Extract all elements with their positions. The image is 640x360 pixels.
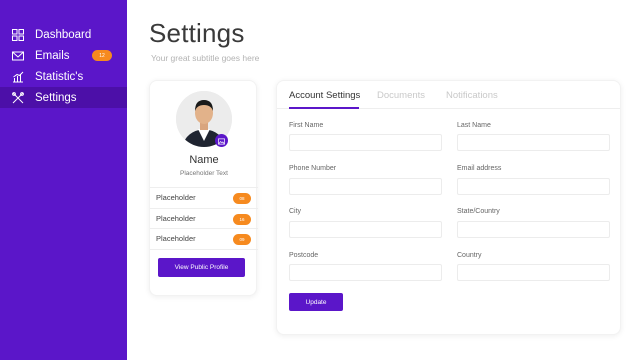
profile-subtitle: Placeholder Text <box>180 170 228 177</box>
last-name-field[interactable] <box>457 134 610 151</box>
city-field[interactable] <box>289 221 442 238</box>
count-badge: 08 <box>233 193 251 204</box>
phone-number-label: Phone Number <box>289 165 337 172</box>
country-label: Country <box>457 252 482 259</box>
sidebar-item-dashboard[interactable]: Dashboard <box>0 24 127 45</box>
image-icon <box>218 132 225 150</box>
count-badge: 16 <box>233 213 251 225</box>
view-public-profile-button[interactable]: View Public Profile <box>158 258 245 277</box>
list-item[interactable]: Placeholder 08 <box>150 188 258 209</box>
profile-stats-list: Placeholder 08 Placeholder 16 Placeholde… <box>150 187 258 250</box>
sidebar-item-label: Dashboard <box>35 28 92 41</box>
list-item[interactable]: Placeholder 09 <box>150 229 258 250</box>
sidebar-item-settings[interactable]: Settings <box>0 87 127 108</box>
page-subtitle: Your great subtitle goes here <box>151 53 260 63</box>
list-item-label: Placeholder <box>156 234 196 244</box>
postcode-field[interactable] <box>289 264 442 281</box>
sidebar-item-label: Emails <box>35 49 70 62</box>
active-tab-indicator <box>289 107 359 109</box>
list-item-label: Placeholder <box>156 213 196 223</box>
first-name-label: First Name <box>289 122 324 129</box>
email-count-badge: 12 <box>92 50 112 61</box>
envelope-icon <box>12 50 24 62</box>
change-photo-button[interactable] <box>215 134 228 147</box>
last-name-label: Last Name <box>457 122 491 129</box>
list-item-label: Placeholder <box>156 193 196 203</box>
first-name-field[interactable] <box>289 134 442 151</box>
sidebar-item-label: Settings <box>35 91 77 104</box>
sidebar-item-statistics[interactable]: Statistic's <box>0 66 127 87</box>
tools-icon <box>12 91 24 104</box>
tab-account-settings[interactable]: Account Settings <box>289 90 360 101</box>
list-item[interactable]: Placeholder 16 <box>150 209 258 229</box>
state-country-field[interactable] <box>457 221 610 238</box>
page-title: Settings <box>149 18 245 48</box>
dashboard-icon <box>12 28 24 41</box>
profile-card: Name Placeholder Text Placeholder 08 Pla… <box>149 80 258 296</box>
country-field[interactable] <box>457 264 610 281</box>
settings-card: Account Settings Documents Notifications… <box>276 80 621 335</box>
profile-name: Name <box>189 154 219 166</box>
phone-number-field[interactable] <box>289 178 442 195</box>
tab-documents[interactable]: Documents <box>377 90 425 101</box>
chart-icon <box>12 71 24 83</box>
count-badge: 09 <box>233 234 251 245</box>
update-button[interactable]: Update <box>289 293 343 311</box>
sidebar: Dashboard Emails 12 Statistic's Settings <box>0 0 127 360</box>
sidebar-item-emails[interactable]: Emails 12 <box>0 45 127 66</box>
email-label: Email address <box>457 165 502 172</box>
state-country-label: State/Country <box>457 208 500 215</box>
email-field[interactable] <box>457 178 610 195</box>
sidebar-item-label: Statistic's <box>35 70 84 83</box>
postcode-label: Postcode <box>289 252 319 259</box>
settings-tabs: Account Settings Documents Notifications <box>277 81 620 109</box>
city-label: City <box>289 208 302 215</box>
tab-notifications[interactable]: Notifications <box>446 90 498 101</box>
